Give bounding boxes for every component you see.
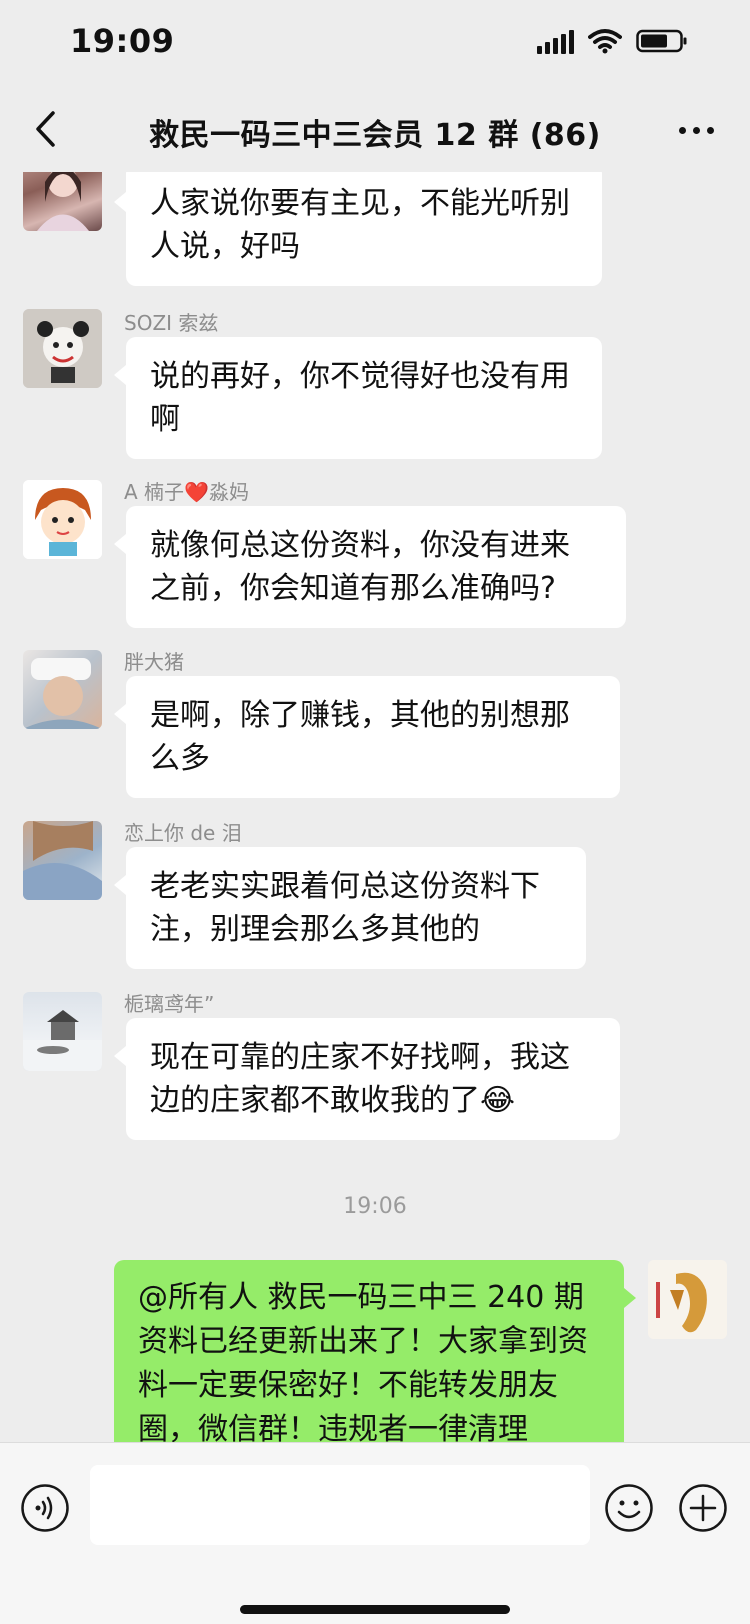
- chat-title: 救民一码三中三会员 12 群 (86): [149, 118, 601, 153]
- avatar[interactable]: [23, 992, 102, 1071]
- more-dots-icon: [678, 126, 686, 134]
- avatar[interactable]: [23, 309, 102, 388]
- sender-name: SOZI 索兹: [124, 311, 219, 335]
- message-bubble[interactable]: 说的再好，你不觉得好也没有用 啊: [114, 337, 602, 459]
- more-button[interactable]: [670, 112, 722, 148]
- avatar[interactable]: [23, 821, 102, 900]
- emoji-button[interactable]: [604, 1483, 654, 1533]
- avatar[interactable]: [23, 480, 102, 559]
- avatar-self[interactable]: [648, 1260, 727, 1339]
- signal-icon: [537, 28, 574, 54]
- message-bubble[interactable]: 老老实实跟着何总这份资料下 注，别理会那么多其他的: [114, 847, 586, 969]
- input-bar: [0, 1442, 750, 1624]
- voice-icon: [21, 1484, 69, 1532]
- add-button[interactable]: [678, 1483, 728, 1533]
- message-bubble[interactable]: 现在可靠的庄家不好找啊，我这 边的庄家都不敢收我的了😂: [114, 1018, 620, 1140]
- battery-icon: [636, 28, 688, 54]
- voice-button[interactable]: [20, 1483, 70, 1533]
- message-bubble-self[interactable]: @所有人 救民一码三中三 240 期资料已经更新出来了！大家拿到资料一定要保密好…: [114, 1260, 636, 1442]
- message-input[interactable]: [90, 1465, 590, 1545]
- message-timestamp: 19:06: [343, 1194, 407, 1219]
- emoji-icon: [605, 1484, 653, 1532]
- plus-icon: [679, 1484, 727, 1532]
- message-bubble[interactable]: 就像何总这份资料，你没有进来 之前，你会知道有那么准确吗?: [114, 506, 626, 628]
- home-indicator: [240, 1605, 510, 1614]
- sender-name: 胖大猪: [124, 650, 184, 674]
- avatar[interactable]: [23, 172, 102, 231]
- message-bubble[interactable]: 人家说你要有主见，不能光听别 人说，好吗: [114, 172, 602, 286]
- chat-header: 救民一码三中三会员 12 群 (86): [0, 88, 750, 172]
- avatar[interactable]: [23, 650, 102, 729]
- more-dot: [692, 126, 700, 134]
- status-icons: [537, 28, 688, 54]
- status-time: 19:09: [70, 22, 175, 60]
- more-dot: [706, 126, 714, 134]
- wifi-icon: [588, 28, 622, 54]
- sender-name: 恋上你 de 泪: [124, 821, 242, 845]
- message-bubble[interactable]: 是啊，除了赚钱，其他的别想那 么多: [114, 676, 620, 798]
- sender-name: 栀璃鸢年”: [124, 992, 215, 1016]
- sender-name: A 楠子❤️淼妈: [124, 480, 249, 504]
- status-bar: 19:09: [0, 0, 750, 88]
- chat-messages[interactable]: 人家说你要有主见，不能光听别 人说，好吗 SOZI 索兹 说的再好，你不觉得好也…: [0, 172, 750, 1442]
